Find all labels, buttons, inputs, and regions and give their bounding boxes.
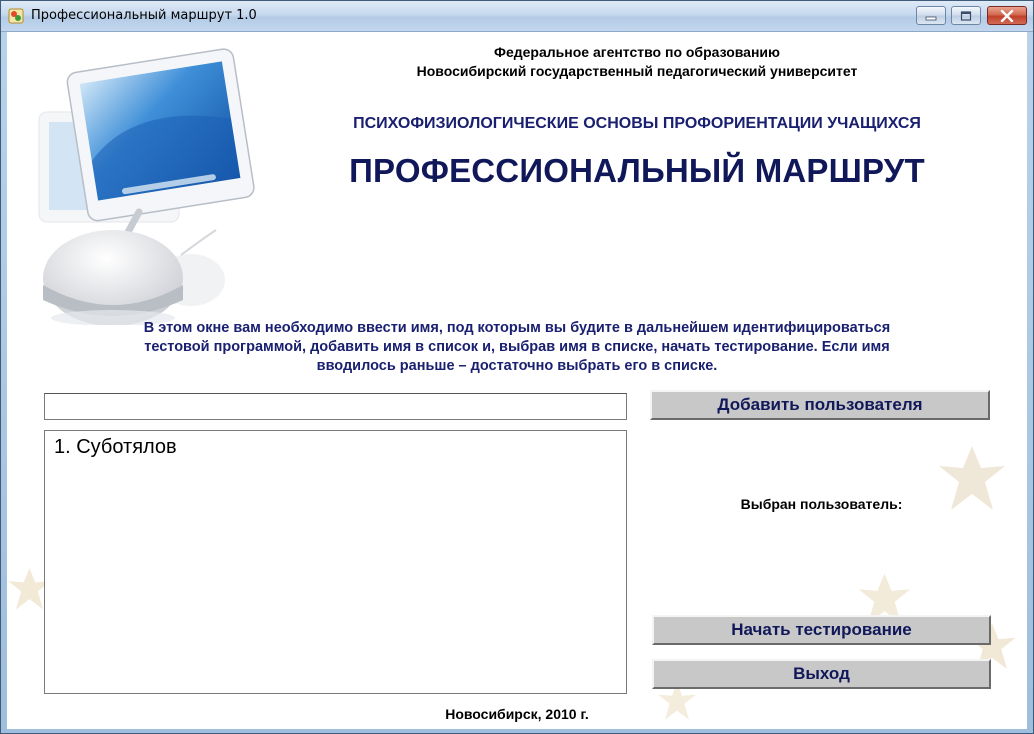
subtitle: ПСИХОФИЗИОЛОГИЧЕСКИЕ ОСНОВЫ ПРОФОРИЕНТАЦ… <box>353 115 921 132</box>
app-window: Профессиональный маршрут 1.0 Федеральное… <box>0 0 1034 734</box>
close-button[interactable] <box>987 6 1027 25</box>
instructions-text: В этом окне вам необходимо ввести имя, п… <box>47 319 987 376</box>
maximize-button[interactable] <box>951 6 981 25</box>
exit-button[interactable]: Выход <box>652 659 991 689</box>
window-title: Профессиональный маршрут 1.0 <box>31 8 257 23</box>
app-icon <box>8 8 24 24</box>
start-test-button[interactable]: Начать тестирование <box>652 615 991 645</box>
close-icon <box>1000 9 1014 22</box>
minimize-icon <box>925 16 937 20</box>
page-title: ПРОФЕССИОНАЛЬНЫЙ МАРШРУТ <box>349 152 925 189</box>
list-item[interactable]: 1. Суботялов <box>54 436 177 459</box>
user-list[interactable]: 1. Суботялов <box>44 430 627 694</box>
title-bar[interactable]: Профессиональный маршрут 1.0 <box>1 1 1033 32</box>
selected-user-label: Выбран пользователь: <box>740 496 903 512</box>
add-user-button[interactable]: Добавить пользователя <box>650 390 990 420</box>
computer-illustration <box>38 48 255 325</box>
main-panel: Федеральное агентство по образованию Нов… <box>7 32 1027 729</box>
instructions-line-2: тестовой программой, добавить имя в спис… <box>144 339 890 355</box>
organization-line-2: Новосибирский государственный педагогиче… <box>416 63 858 79</box>
instructions-line-3: вводилось раньше – достаточно выбрать ег… <box>316 358 718 374</box>
instructions-line-1: В этом окне вам необходимо ввести имя, п… <box>143 320 891 336</box>
maximize-icon <box>960 10 972 21</box>
user-name-input[interactable] <box>44 393 627 420</box>
footer-text: Новосибирск, 2010 г. <box>445 706 589 722</box>
organization-line-1: Федеральное агентство по образованию <box>494 44 780 60</box>
minimize-button[interactable] <box>916 6 946 25</box>
